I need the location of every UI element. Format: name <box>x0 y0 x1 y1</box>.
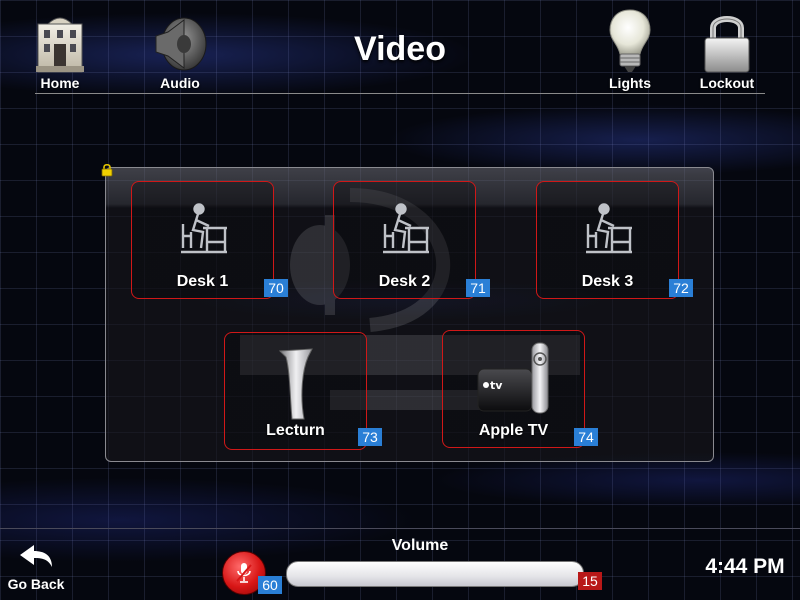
microphone-icon <box>236 563 252 583</box>
lectern-icon <box>278 348 313 420</box>
source-badge: 74 <box>574 428 598 446</box>
footer-divider <box>0 528 800 529</box>
nav-lockout-button[interactable]: Lockout <box>687 8 767 91</box>
source-badge: 73 <box>358 428 382 446</box>
nav-audio-button[interactable]: Audio <box>140 8 220 91</box>
volume-badge: 15 <box>578 572 602 590</box>
header-divider <box>35 93 765 94</box>
clock: 4:44 PM <box>705 555 785 578</box>
source-tile-label: Lecturn <box>266 422 325 439</box>
source-tile-label: Apple TV <box>478 422 549 439</box>
desk-icon <box>180 203 227 254</box>
nav-home-label: Home <box>40 75 80 91</box>
back-arrow-icon <box>20 545 52 567</box>
nav-home-button[interactable]: Home <box>20 8 100 91</box>
padlock-icon <box>704 16 750 73</box>
apple-tv-icon: tv <box>477 342 548 414</box>
go-back-label: Go Back <box>7 576 65 592</box>
source-tile-label: Desk 1 <box>176 273 229 290</box>
svg-text:tv: tv <box>490 379 503 392</box>
source-tile-apple-tv[interactable]: tv Apple TV 74 <box>442 330 598 448</box>
speaker-icon <box>155 17 207 71</box>
nav-audio-label: Audio <box>160 75 200 91</box>
source-tile-desk-1[interactable]: Desk 1 70 <box>131 181 288 299</box>
page-title: Video <box>354 30 446 68</box>
nav-lights-button[interactable]: Lights <box>590 8 670 91</box>
source-tile-desk-3[interactable]: Desk 3 72 <box>536 181 693 299</box>
nav-lights-label: Lights <box>609 75 651 91</box>
source-tile-label: Desk 3 <box>581 273 634 290</box>
source-tile-lecturn[interactable]: Lecturn 73 <box>224 332 382 450</box>
source-tile-label: Desk 2 <box>378 273 431 290</box>
panel-lock-icon <box>101 163 113 177</box>
lightbulb-icon <box>609 9 651 72</box>
volume-slider[interactable] <box>286 561 584 587</box>
desk-icon <box>382 203 429 254</box>
source-badge: 72 <box>669 279 693 297</box>
desk-icon <box>585 203 632 254</box>
source-tile-desk-2[interactable]: Desk 2 71 <box>333 181 490 299</box>
nav-lockout-label: Lockout <box>699 75 755 91</box>
source-badge: 70 <box>264 279 288 297</box>
source-badge: 71 <box>466 279 490 297</box>
building-icon <box>36 17 84 73</box>
go-back-button[interactable]: Go Back <box>6 543 66 592</box>
mic-badge: 60 <box>258 576 282 594</box>
volume-label: Volume <box>391 537 449 554</box>
